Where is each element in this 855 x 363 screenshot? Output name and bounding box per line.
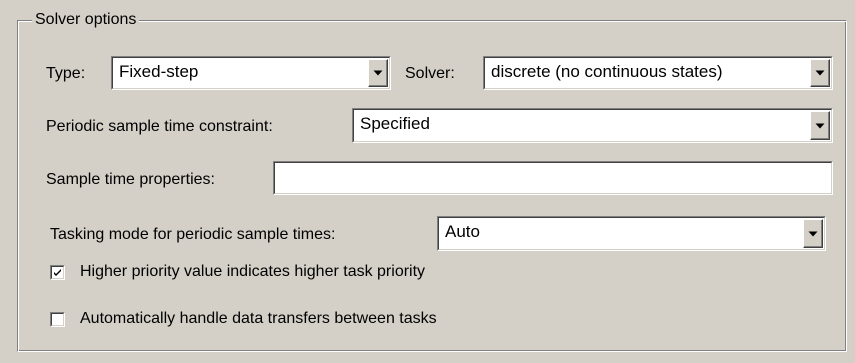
priority-checkbox[interactable] (50, 265, 65, 280)
type-label: Type: (46, 65, 86, 82)
chevron-down-icon (808, 231, 818, 236)
transfer-checkbox[interactable] (50, 312, 65, 327)
solver-dropdown-button[interactable] (810, 59, 830, 87)
chevron-down-icon (815, 70, 825, 76)
tasking-dropdown[interactable]: Auto (437, 216, 826, 251)
tasking-label: Tasking mode for periodic sample times: (50, 226, 336, 243)
periodic-dropdown-button[interactable] (810, 111, 830, 140)
periodic-label: Periodic sample time constraint: (46, 118, 273, 135)
periodic-dropdown[interactable]: Specified (352, 108, 833, 143)
sample-props-input[interactable] (273, 161, 833, 195)
tasking-dropdown-button[interactable] (803, 219, 823, 248)
type-dropdown[interactable]: Fixed-step (111, 56, 391, 90)
solver-label: Solver: (405, 65, 455, 82)
priority-checkbox-label[interactable]: Higher priority value indicates higher t… (80, 262, 425, 282)
solver-value: discrete (no continuous states) (491, 62, 723, 81)
type-dropdown-button[interactable] (368, 59, 388, 87)
periodic-value: Specified (360, 114, 430, 133)
chevron-down-icon (373, 70, 383, 76)
solver-options-panel: Solver options Type: Fixed-step Solver: … (0, 0, 855, 363)
check-icon (54, 269, 61, 276)
sample-props-label: Sample time properties: (46, 171, 215, 188)
transfer-checkbox-label[interactable]: Automatically handle data transfers betw… (80, 309, 437, 329)
type-value: Fixed-step (119, 62, 199, 81)
chevron-down-icon (815, 123, 825, 128)
tasking-value: Auto (445, 222, 480, 241)
group-title: Solver options (32, 10, 140, 30)
solver-dropdown[interactable]: discrete (no continuous states) (483, 56, 833, 90)
